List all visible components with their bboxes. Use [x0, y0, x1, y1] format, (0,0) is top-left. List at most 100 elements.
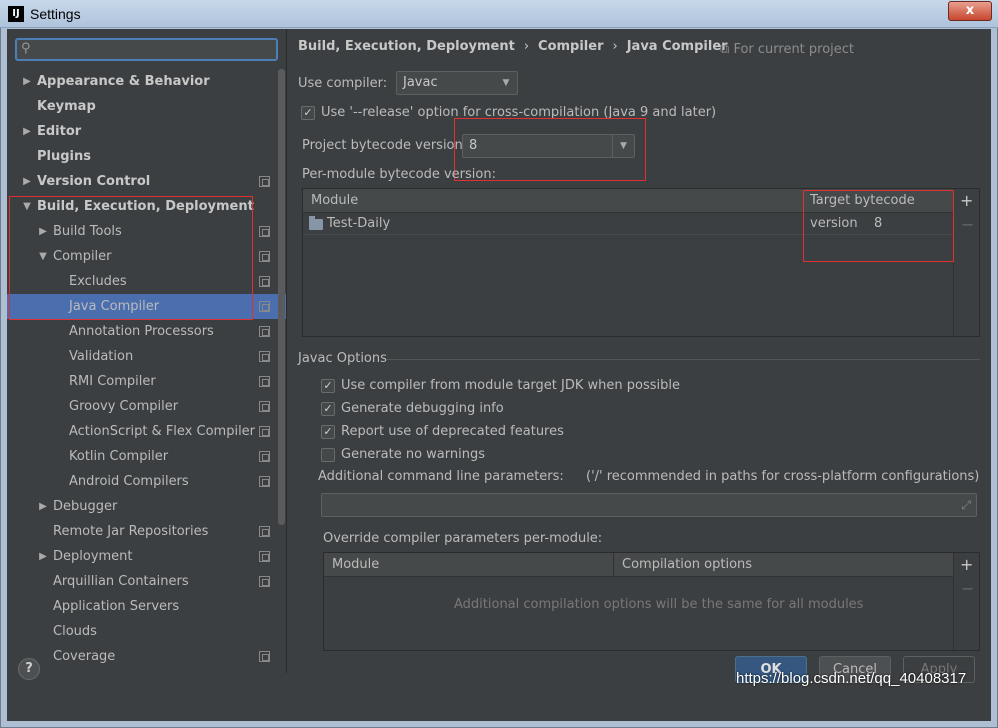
- settings-sidebar: ⚲ ▶ Appearance & Behavior Keymap ▶ Editor Plu…: [7, 29, 287, 673]
- breadcrumb-separator: ›: [612, 39, 618, 54]
- sidebar-item-compiler[interactable]: ▼ Compiler: [7, 244, 286, 269]
- chevron-right-icon[interactable]: ▶: [21, 69, 33, 94]
- module-name: Test-Daily: [327, 216, 391, 231]
- table-toolbar: + −: [953, 189, 979, 336]
- sidebar-item-label: Annotation Processors: [69, 324, 214, 339]
- chevron-down-icon[interactable]: ▼: [21, 194, 33, 219]
- sidebar-item-label: Remote Jar Repositories: [53, 524, 209, 539]
- chevron-right-icon[interactable]: ▶: [37, 219, 49, 244]
- project-scope-icon: [259, 276, 270, 287]
- sidebar-item-label: Version Control: [37, 174, 151, 189]
- sidebar-item-java-compiler[interactable]: Java Compiler: [7, 294, 286, 319]
- sidebar-item-excludes[interactable]: Excludes: [7, 269, 286, 294]
- search-input[interactable]: ⚲: [15, 38, 278, 61]
- sidebar-item-validation[interactable]: Validation: [7, 344, 286, 369]
- sidebar-item-editor[interactable]: ▶ Editor: [7, 119, 286, 144]
- sidebar-item-rmi-compiler[interactable]: RMI Compiler: [7, 369, 286, 394]
- use-compiler-value: Javac: [403, 75, 438, 90]
- sidebar-item-clouds[interactable]: Clouds: [7, 619, 286, 644]
- sidebar-item-application-servers[interactable]: Application Servers: [7, 594, 286, 619]
- option-checkbox[interactable]: ✓: [321, 402, 335, 416]
- app-icon: IJ: [8, 6, 24, 22]
- sidebar-item-annotation-processors[interactable]: Annotation Processors: [7, 319, 286, 344]
- sidebar-scrollbar[interactable]: [278, 69, 285, 525]
- remove-icon[interactable]: −: [961, 579, 974, 598]
- cmdline-hint: ('/' recommended in paths for cross-plat…: [586, 469, 980, 484]
- sidebar-item-android-compilers[interactable]: Android Compilers: [7, 469, 286, 494]
- table-row[interactable]: Test-Daily 8: [303, 213, 954, 235]
- sidebar-item-keymap[interactable]: Keymap: [7, 94, 286, 119]
- sidebar-item-label: Build Tools: [53, 224, 122, 239]
- project-scope-icon: [259, 551, 270, 562]
- sidebar-item-version-control[interactable]: ▶ Version Control: [7, 169, 286, 194]
- project-scope-icon: [259, 226, 270, 237]
- for-current-project-label: For current project: [733, 42, 855, 57]
- table-toolbar: + −: [953, 553, 979, 650]
- add-icon[interactable]: +: [960, 191, 973, 210]
- sidebar-item-groovy-compiler[interactable]: Groovy Compiler: [7, 394, 286, 419]
- use-compiler-select[interactable]: Javac ▼: [396, 71, 518, 95]
- expand-icon[interactable]: ⤢: [961, 498, 971, 513]
- chevron-down-icon: ▼: [612, 135, 634, 157]
- sidebar-item-label: Excludes: [69, 274, 127, 289]
- sidebar-item-appearance-behavior[interactable]: ▶ Appearance & Behavior: [7, 69, 286, 94]
- chevron-right-icon[interactable]: ▶: [21, 169, 33, 194]
- project-scope-icon: [259, 401, 270, 412]
- cmdline-input[interactable]: ⤢: [321, 493, 977, 517]
- dialog-client: ⚲ ▶ Appearance & Behavior Keymap ▶ Editor Plu…: [7, 29, 991, 721]
- breadcrumb-part: Java Compiler: [626, 39, 728, 54]
- folder-icon: [309, 216, 323, 230]
- add-icon[interactable]: +: [960, 555, 973, 574]
- column-header-target[interactable]: Target bytecode version: [803, 189, 954, 231]
- sidebar-item-coverage[interactable]: Coverage: [7, 644, 286, 669]
- project-bytecode-label: Project bytecode version:: [302, 138, 468, 153]
- option-checkbox[interactable]: ✓: [321, 425, 335, 439]
- sidebar-item-label: Java Compiler: [69, 299, 160, 314]
- empty-table-message: Additional compilation options will be t…: [454, 597, 864, 612]
- release-option-checkbox[interactable]: ✓: [301, 106, 315, 120]
- sidebar-item-label: Plugins: [37, 149, 91, 164]
- option-checkbox[interactable]: ✓: [321, 379, 335, 393]
- column-header-module[interactable]: Module: [303, 189, 803, 213]
- sidebar-item-deployment[interactable]: ▶ Deployment: [7, 544, 286, 569]
- chevron-down-icon: ▼: [502, 78, 510, 88]
- project-scope-icon: [259, 176, 270, 187]
- chevron-right-icon[interactable]: ▶: [37, 494, 49, 519]
- breadcrumb-part: Build, Execution, Deployment: [298, 39, 515, 54]
- sidebar-item-label: RMI Compiler: [69, 374, 156, 389]
- sidebar-item-label: Android Compilers: [69, 474, 189, 489]
- sidebar-item-remote-jar-repositories[interactable]: Remote Jar Repositories: [7, 519, 286, 544]
- breadcrumb-separator: ›: [523, 39, 530, 54]
- chevron-right-icon[interactable]: ▶: [21, 119, 33, 144]
- title-bar: IJ Settings x: [0, 0, 998, 28]
- project-scope-icon: [259, 376, 270, 387]
- option-checkbox[interactable]: ✓: [321, 448, 335, 462]
- project-scope-icon: [259, 651, 270, 662]
- sidebar-item-arquillian-containers[interactable]: Arquillian Containers: [7, 569, 286, 594]
- use-compiler-label: Use compiler:: [298, 76, 388, 91]
- javac-options-heading: Javac Options: [298, 351, 387, 366]
- project-bytecode-select[interactable]: 8 ▼: [462, 134, 635, 158]
- option-label: Generate no warnings: [341, 447, 486, 462]
- close-button[interactable]: x: [948, 1, 992, 21]
- watermark: https://blog.csdn.net/qq_40408317: [736, 670, 967, 687]
- column-header-module[interactable]: Module: [324, 553, 613, 577]
- sidebar-item-build-execution-deployment[interactable]: ▼ Build, Execution, Deployment: [7, 194, 286, 219]
- help-button[interactable]: ?: [18, 658, 40, 680]
- sidebar-item-debugger[interactable]: ▶ Debugger: [7, 494, 286, 519]
- chevron-right-icon[interactable]: ▶: [37, 544, 49, 569]
- release-option-label: Use '--release' option for cross-compila…: [321, 105, 717, 120]
- chevron-down-icon[interactable]: ▼: [37, 244, 49, 269]
- option-label: Report use of deprecated features: [341, 424, 564, 439]
- sidebar-item-kotlin-compiler[interactable]: Kotlin Compiler: [7, 444, 286, 469]
- remove-icon[interactable]: −: [961, 215, 974, 234]
- sidebar-item-label: Debugger: [53, 499, 118, 514]
- column-header-options[interactable]: Compilation options: [613, 553, 954, 577]
- sidebar-item-label: Groovy Compiler: [69, 399, 179, 414]
- sidebar-item-plugins[interactable]: Plugins: [7, 144, 286, 169]
- sidebar-item-build-tools[interactable]: ▶ Build Tools: [7, 219, 286, 244]
- project-scope-icon: [259, 526, 270, 537]
- table-header: Module Target bytecode version: [303, 189, 954, 231]
- sidebar-item-actionscript-flex-compiler[interactable]: ActionScript & Flex Compiler: [7, 419, 286, 444]
- window-title: Settings: [30, 6, 81, 22]
